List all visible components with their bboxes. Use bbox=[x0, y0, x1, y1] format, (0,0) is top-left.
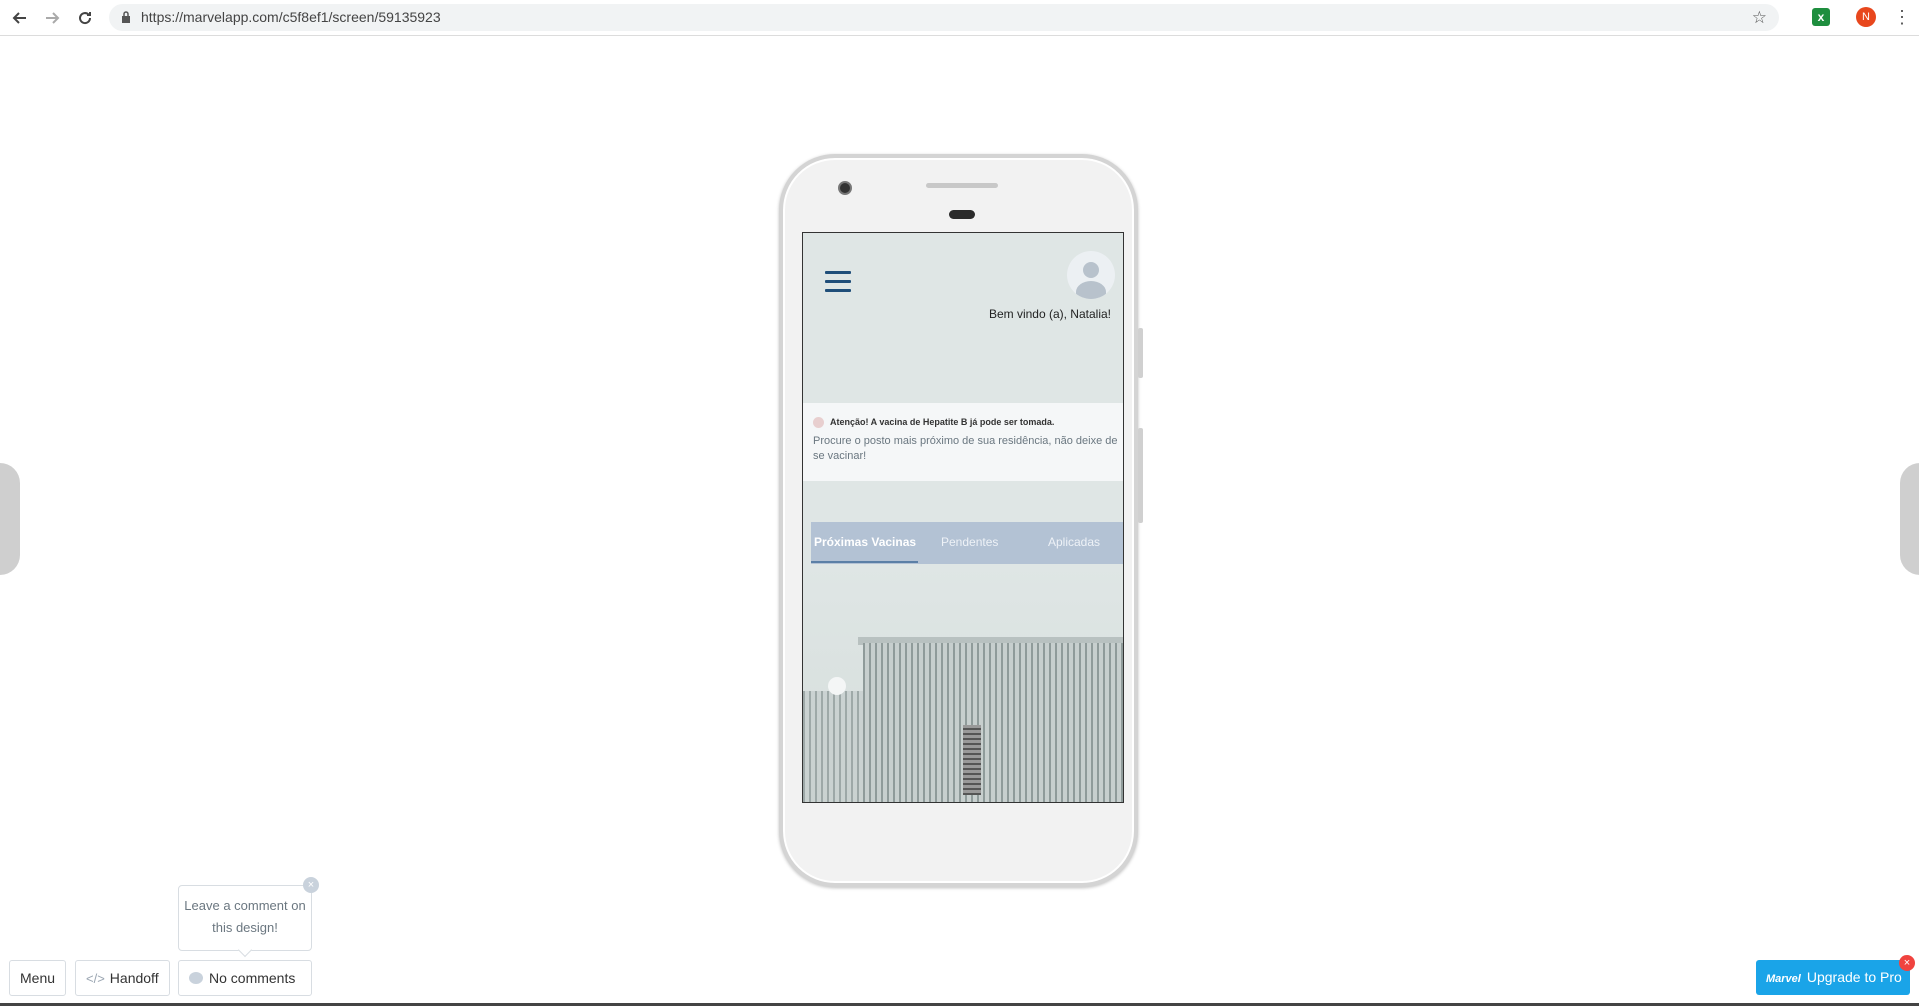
forward-arrow-icon[interactable] bbox=[40, 6, 64, 30]
url-text: https://marvelapp.com/c5f8ef1/screen/591… bbox=[141, 9, 441, 25]
close-upgrade-icon[interactable]: × bbox=[1899, 955, 1915, 971]
menu-button[interactable]: Menu bbox=[9, 960, 67, 996]
hamburger-menu-icon[interactable] bbox=[825, 271, 851, 298]
reload-icon[interactable] bbox=[73, 6, 97, 30]
lock-icon bbox=[122, 11, 130, 23]
address-bar[interactable]: https://marvelapp.com/c5f8ef1/screen/591… bbox=[109, 4, 1779, 31]
tab-aplicadas[interactable]: Aplicadas bbox=[1048, 535, 1100, 549]
bookmark-star-icon[interactable]: ☆ bbox=[1752, 8, 1767, 28]
close-icon[interactable]: × bbox=[303, 877, 319, 893]
vaccine-alert-card: Atenção! A vacina de Hepatite B já pode … bbox=[803, 403, 1123, 481]
user-avatar[interactable] bbox=[1067, 251, 1115, 299]
comments-button[interactable]: No comments bbox=[178, 960, 312, 996]
upgrade-label: Upgrade to Pro bbox=[1806, 969, 1902, 985]
handoff-button-label: Handoff bbox=[109, 970, 159, 986]
proximity-sensor bbox=[949, 210, 975, 219]
app-screen: Bem vindo (a), Natalia! Atenção! A vacin… bbox=[802, 232, 1124, 803]
comment-bubble-icon bbox=[189, 972, 203, 984]
alert-dot-icon bbox=[813, 417, 824, 428]
upgrade-to-pro-button[interactable]: Marvel Upgrade to Pro bbox=[1756, 960, 1910, 995]
active-tab-indicator bbox=[811, 561, 918, 563]
menu-button-label: Menu bbox=[20, 970, 56, 986]
comment-tooltip: Leave a comment on this design! bbox=[178, 885, 312, 951]
browser-toolbar: https://marvelapp.com/c5f8ef1/screen/591… bbox=[0, 0, 1919, 36]
next-screen-button[interactable] bbox=[1900, 463, 1919, 575]
handoff-button[interactable]: </> Handoff bbox=[75, 960, 170, 996]
welcome-text: Bem vindo (a), Natalia! bbox=[988, 307, 1111, 321]
tab-proximas-vacinas[interactable]: Próximas Vacinas bbox=[814, 535, 916, 549]
vaccine-tabs: Próximas Vacinas Pendentes Aplicadas bbox=[811, 522, 1123, 564]
profile-avatar[interactable]: N bbox=[1856, 7, 1876, 27]
marvel-logo: Marvel bbox=[1766, 973, 1801, 985]
browser-menu-icon[interactable]: ⋮ bbox=[1893, 6, 1911, 28]
building-background-image bbox=[803, 565, 1123, 802]
power-button bbox=[1138, 428, 1143, 523]
camera-icon bbox=[838, 181, 852, 195]
code-icon: </> bbox=[86, 971, 105, 986]
tab-pendentes[interactable]: Pendentes bbox=[941, 535, 998, 549]
previous-screen-button[interactable] bbox=[0, 463, 20, 575]
phone-frame: Bem vindo (a), Natalia! Atenção! A vacin… bbox=[779, 154, 1143, 887]
back-arrow-icon[interactable] bbox=[8, 6, 32, 30]
alert-body: Procure o posto mais próximo de sua resi… bbox=[813, 435, 1118, 462]
comments-button-label: No comments bbox=[209, 970, 296, 986]
extension-icon[interactable]: x bbox=[1812, 8, 1830, 26]
volume-button bbox=[1138, 328, 1143, 378]
speaker-grill bbox=[926, 183, 998, 188]
alert-title: Atenção! A vacina de Hepatite B já pode … bbox=[830, 417, 1055, 427]
